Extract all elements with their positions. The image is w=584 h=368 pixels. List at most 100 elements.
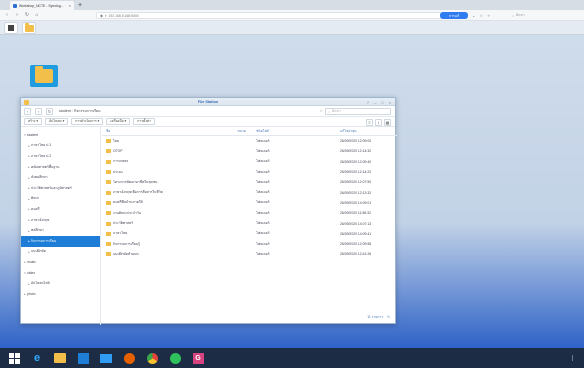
file-type: โฟลเดอร์ [256,159,270,164]
folder-icon [106,180,111,185]
chrome-button[interactable] [146,352,158,364]
view-switcher: ≡ ↕ ▦ [366,118,391,126]
main-menu-button[interactable] [4,22,18,34]
show-desktop-button[interactable] [572,355,576,361]
table-row[interactable]: งานศิลปะประจำวัน โฟลเดอร์ 26/09/2020 11:58… [102,208,397,218]
firefox-button[interactable] [123,352,135,364]
tree-item[interactable]: ▸ กิจกรรมการเรียน [21,235,100,247]
tools-button[interactable]: เครื่องมือ ▾ [106,118,131,125]
file-modified: 26/09/2020 11:58:32 [340,211,371,216]
table-row[interactable]: แบบฝึกหัดท้ายบท โฟลเดอร์ 26/09/2020 12:41:… [102,249,397,259]
new-tab-button[interactable]: + [76,1,84,9]
spotify-button[interactable] [169,352,181,364]
table-row[interactable]: ดนตรีพื้นบ้านภาคใต้ โฟลเดอร์ 26/09/2020 14… [102,198,397,208]
table-row[interactable]: กิจกรรมการเรียนรู้ โฟลเดอร์ 26/09/2020 12:… [102,239,397,249]
file-search-input[interactable]: ⌕ ค้นหา [325,108,391,115]
table-row[interactable]: การเกษตร โฟลเดอร์ 26/09/2020 12:09:40 [102,157,397,167]
refresh-icon[interactable]: ↻ [387,315,390,320]
mail-button[interactable] [100,352,112,364]
window-titlebar[interactable]: File Station ? – □ × [21,98,395,106]
search-engine-button[interactable]: การแก้ [440,12,468,19]
dsm-taskbar [0,21,584,35]
bookmark-icon[interactable]: ☆ [479,13,483,18]
tree-item[interactable]: ▸ พลศึกษา [21,225,100,236]
file-list: ชื่อ ขนาด ชนิดไฟล์ แก้ไขล่าสุด ไทย โฟลเดอ… [102,127,397,313]
tree-item[interactable]: ▸ คณิตศาสตร์พื้นฐาน [21,162,100,173]
column-modified[interactable]: แก้ไขล่าสุด [336,129,397,134]
tree-item[interactable]: ▸ ศิลปะ [21,194,100,205]
star-icon[interactable]: ☆ [319,108,323,113]
tree-item-label: สังคมศึกษา [31,175,48,180]
refresh-icon[interactable]: ↻ [46,107,53,115]
tree-item[interactable]: ▾ video [21,268,100,279]
tree-item[interactable]: ▸ อัปโหลดไฟล์ [21,278,100,289]
tree-item[interactable]: ▾ student [21,130,100,141]
file-name: ไทย [113,138,119,143]
tree-item-label: ดนตรี [31,206,40,211]
browser-tab[interactable]: Workshop_NCTE - Synolog... × [10,1,74,10]
reload-icon[interactable]: ↻ [24,12,30,18]
minimize-icon[interactable]: – [374,100,376,105]
tree-item[interactable]: ▸ แบบฝึกหัด [21,247,100,258]
forward-arrow-icon[interactable]: › [14,12,20,18]
table-row[interactable]: โครงการพัฒนาอาชีพในชุมชน โฟลเดอร์ 26/09/20… [102,177,397,187]
tree-item[interactable]: ▸ สังคมศึกษา [21,172,100,183]
explorer-button[interactable] [54,352,66,364]
table-row[interactable]: ประมง โฟลเดอร์ 26/09/2020 12:14:22 [102,167,397,177]
store-button[interactable] [77,352,89,364]
start-button[interactable] [8,352,20,364]
windows-taskbar: e G [0,348,584,368]
app-g-button[interactable]: G [192,352,204,364]
tree-item[interactable]: ▸ ภาษาอังกฤษ [21,215,100,226]
file-modified: 26/09/2020 12:07:50 [340,180,372,185]
home-icon[interactable]: ⌂ [34,12,40,18]
breadcrumb-current[interactable]: กิจกรรมการเรียน [74,109,101,113]
table-row[interactable]: ประวัติศาสตร์ โฟลเดอร์ 26/09/2020 14:07:13 [102,218,397,228]
forward-arrow-icon[interactable]: › [35,107,42,115]
table-row[interactable]: ภาษาอังกฤษเพื่อการสื่อสารในชีวิต โฟลเดอร์… [102,187,397,197]
item-count: 11 รายการ [367,315,384,319]
folder-icon [106,139,111,144]
file-modified: 26/09/2020 12:09:58 [340,242,372,247]
browser-search-box[interactable]: ⌕ ค้นหา [512,12,572,19]
help-icon[interactable]: ? [367,100,369,105]
chevron-down-icon[interactable]: ⌄ [472,13,475,18]
file-name-cell: งานศิลปะประจำวัน [102,211,226,216]
address-bar[interactable]: ◈ ▪ 192.168.5.168:5000 [96,12,442,19]
maximize-icon[interactable]: □ [381,100,383,105]
file-name: ดนตรีพื้นบ้านภาคใต้ [113,200,143,205]
file-station-desktop-icon[interactable] [30,65,58,87]
status-bar: 11 รายการ ↻ [367,315,390,320]
action-button[interactable]: การดำเนินการ ▾ [71,118,104,125]
thumbnail-view-icon[interactable]: ▦ [384,118,391,126]
tree-item[interactable]: ▸ ดนตรี [21,204,100,215]
tree-item[interactable]: ▸ music [21,257,100,268]
file-modified: 26/09/2020 14:09:41 [340,231,372,236]
table-row[interactable]: OTOP โฟลเดอร์ 26/09/2020 12:14:32 [102,146,397,156]
column-name[interactable]: ชื่อ [102,129,226,134]
table-row[interactable]: ภาษาไทย โฟลเดอร์ 26/09/2020 14:09:41 [102,229,397,239]
table-row[interactable]: ไทย โฟลเดอร์ 26/09/2020 12:09:00 [102,136,397,146]
column-type[interactable]: ชนิดไฟล์ [246,129,336,134]
tree-item[interactable]: ▸ ภาษาไทย ป.2 [21,151,100,162]
tree-item[interactable]: ▸ ภาษาไทย ป.1 [21,141,100,152]
back-arrow-icon[interactable]: ‹ [4,12,10,18]
edge-icon[interactable]: e [31,352,43,364]
file-station-taskbar-button[interactable] [22,22,36,34]
settings-button[interactable]: การตั้งค่า [133,118,156,125]
folder-icon [106,242,111,247]
sort-icon[interactable]: ↕ [375,118,382,126]
tree-item[interactable]: ▸ photo [21,289,100,300]
upload-button[interactable]: อัปโหลด ▾ [45,118,69,125]
tree-item[interactable]: ▸ ประวัติศาสตร์และภูมิศาสตร์ [21,183,100,194]
breadcrumb-root[interactable]: student [59,109,71,113]
extension-icon[interactable]: ✧ [487,13,490,18]
grid-icon [8,25,14,31]
back-arrow-icon[interactable]: ‹ [24,107,31,115]
file-type: โฟลเดอร์ [256,169,270,174]
column-size[interactable]: ขนาด [226,129,246,134]
list-view-icon[interactable]: ≡ [366,118,373,126]
tab-close-icon[interactable]: × [69,3,71,8]
create-button[interactable]: สร้าง ▾ [24,118,43,125]
close-icon[interactable]: × [389,100,391,105]
